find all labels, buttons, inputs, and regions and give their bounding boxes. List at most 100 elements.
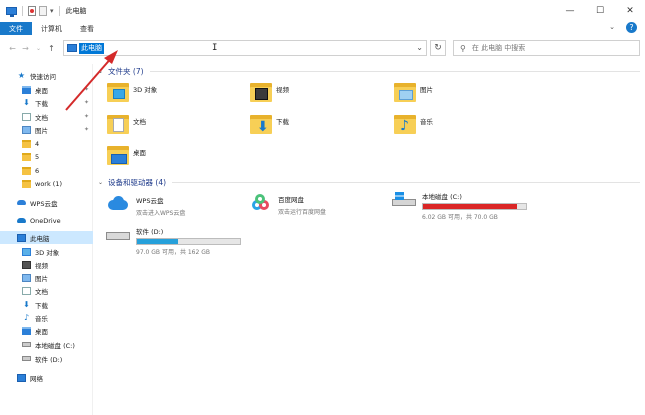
sidebar-item-documents[interactable]: 文档 ✦ <box>0 110 93 123</box>
sidebar-item-network[interactable]: 网络 <box>0 371 93 384</box>
device-baidu-netdisk[interactable]: 百度网盘 双击运行百度网盘 <box>250 194 326 216</box>
customize-toolbar-icon[interactable]: ▾ <box>50 7 54 15</box>
sidebar-item-pictures[interactable]: 图片 ✦ <box>0 123 93 136</box>
pin-icon: ✦ <box>83 86 89 93</box>
sidebar-item-folder-4[interactable]: 4 <box>0 137 93 150</box>
refresh-icon: ↻ <box>434 43 442 53</box>
address-dropdown-chevron-icon[interactable]: ⌄ <box>416 43 423 52</box>
device-name: 本地磁盘 (C:) <box>422 193 462 201</box>
pc-icon <box>17 233 26 242</box>
folder-label: 音乐 <box>420 118 433 126</box>
sidebar-item-label: 本地磁盘 (C:) <box>35 341 75 350</box>
folder-documents[interactable]: 文档 <box>107 114 146 134</box>
sidebar-item-folder-6[interactable]: 6 <box>0 164 93 177</box>
sidebar-item-downloads-pc[interactable]: ⬇ 下载 <box>0 298 93 311</box>
maximize-button[interactable]: ☐ <box>585 0 615 22</box>
sidebar-item-label: work (1) <box>35 179 63 188</box>
picture-folder-icon <box>394 82 416 102</box>
collapse-chevron-icon[interactable]: ⌄ <box>98 68 103 75</box>
folder-downloads[interactable]: ⬇ 下载 <box>250 114 289 134</box>
folder-3d-objects[interactable]: 3D 对象 <box>107 82 157 102</box>
refresh-button[interactable]: ↻ <box>430 40 446 56</box>
tab-view[interactable]: 查看 <box>71 22 103 35</box>
back-arrow-icon[interactable]: ← <box>6 40 19 56</box>
folder-videos[interactable]: 视频 <box>250 82 289 102</box>
collapse-chevron-icon[interactable]: ⌄ <box>98 179 103 186</box>
sidebar-item-documents-pc[interactable]: 文档 <box>0 284 93 297</box>
tab-file[interactable]: 文件 <box>0 22 32 35</box>
properties-icon[interactable] <box>28 6 36 16</box>
folder-music[interactable]: ♪ 音乐 <box>394 114 433 134</box>
sidebar-item-label: 软件 (D:) <box>35 355 63 364</box>
tab-computer[interactable]: 计算机 <box>32 22 71 35</box>
close-button[interactable]: ✕ <box>615 0 645 22</box>
sidebar-item-desktop-pc[interactable]: 桌面 <box>0 324 93 337</box>
drive-icon <box>106 226 130 242</box>
sidebar-item-desktop[interactable]: 桌面 ✦ <box>0 83 93 96</box>
sidebar-item-label: 5 <box>35 152 40 161</box>
folders-header-label: 文件夹 (7) <box>108 67 144 76</box>
expand-ribbon-chevron-icon[interactable]: ⌄ <box>609 23 615 31</box>
folders-section-header[interactable]: ⌄ 文件夹 (7) <box>98 66 144 77</box>
search-input[interactable]: ⚲ 在 此电脑 中搜索 <box>453 40 640 56</box>
device-name: 百度网盘 <box>278 196 304 204</box>
devices-section-header[interactable]: ⌄ 设备和驱动器 (4) <box>98 177 166 188</box>
drive-usage-fill <box>137 239 179 244</box>
drive-free-space: 97.0 GB 可用，共 162 GB <box>136 249 210 256</box>
sidebar-item-label: 桌面 <box>35 327 48 336</box>
device-description: 双击进入WPS云盘 <box>136 210 186 217</box>
onedrive-icon <box>17 218 26 223</box>
address-path-selected[interactable]: 此电脑 <box>79 43 104 54</box>
forward-arrow-icon[interactable]: → <box>19 40 32 56</box>
folder-desktop[interactable]: 桌面 <box>107 145 146 165</box>
device-drive-c[interactable]: 本地磁盘 (C:) 6.02 GB 可用，共 70.0 GB <box>392 191 527 221</box>
sidebar-item-pictures-pc[interactable]: 图片 <box>0 271 93 284</box>
sidebar-item-label: 网络 <box>30 374 43 383</box>
document-icon <box>22 112 31 121</box>
ribbon-tabs: 文件 计算机 查看 ⌄ ? <box>0 22 645 35</box>
sidebar-item-wps-cloud[interactable]: WPS云盘 <box>0 196 93 209</box>
new-folder-icon[interactable] <box>39 6 47 16</box>
recent-locations-chevron-icon[interactable]: ⌄ <box>32 40 45 56</box>
sidebar-item-drive-d[interactable]: 软件 (D:) <box>0 352 93 365</box>
sidebar-item-onedrive[interactable]: OneDrive <box>0 214 93 227</box>
sidebar-item-label: 桌面 <box>35 86 48 95</box>
navigation-pane: ★ 快速访问 桌面 ✦ ⬇ 下载 ✦ 文档 ✦ 图片 ✦ 4 5 6 work (1) WP… <box>0 64 93 415</box>
music-icon: ♪ <box>23 312 30 322</box>
wps-cloud-icon <box>17 200 26 205</box>
sidebar-item-3d-objects[interactable]: 3D 对象 <box>0 245 93 258</box>
window-controls: — ☐ ✕ <box>555 0 645 22</box>
sidebar-item-label: 图片 <box>35 126 48 135</box>
sidebar-item-drive-c[interactable]: 本地磁盘 (C:) <box>0 338 93 351</box>
drive-icon <box>22 342 31 347</box>
folder-label: 文档 <box>133 118 146 126</box>
sidebar-item-work[interactable]: work (1) <box>0 177 93 190</box>
device-name: WPS云盘 <box>136 197 164 205</box>
document-folder-icon <box>107 114 129 134</box>
star-icon: ★ <box>17 70 26 80</box>
desktop-icon <box>22 85 31 94</box>
folder-icon <box>22 152 31 161</box>
sidebar-item-music[interactable]: ♪ 音乐 <box>0 311 93 324</box>
device-wps-cloud[interactable]: WPS云盘 双击进入WPS云盘 <box>106 195 185 217</box>
help-icon[interactable]: ? <box>626 22 637 33</box>
folder-pictures[interactable]: 图片 <box>394 82 433 102</box>
folder-label: 下载 <box>276 118 289 126</box>
up-arrow-icon[interactable]: ↑ <box>45 40 58 56</box>
folder-icon <box>22 139 31 148</box>
sidebar-item-downloads[interactable]: ⬇ 下载 ✦ <box>0 96 93 109</box>
drive-icon <box>22 356 31 361</box>
minimize-button[interactable]: — <box>555 0 585 22</box>
sidebar-item-quick-access[interactable]: ★ 快速访问 <box>0 69 93 82</box>
sidebar-item-label: 文档 <box>35 287 48 296</box>
video-folder-icon <box>250 82 272 102</box>
devices-header-label: 设备和驱动器 (4) <box>108 178 167 187</box>
sidebar-item-label: 此电脑 <box>30 234 50 243</box>
document-icon <box>22 286 31 295</box>
device-drive-d[interactable]: 软件 (D:) 97.0 GB 可用，共 162 GB <box>106 226 241 256</box>
download-icon: ⬇ <box>23 97 30 107</box>
sidebar-item-videos[interactable]: 视频 <box>0 258 93 271</box>
address-bar[interactable]: 此电脑 I ⌄ <box>63 40 427 56</box>
sidebar-item-this-pc[interactable]: 此电脑 <box>0 231 93 244</box>
sidebar-item-folder-5[interactable]: 5 <box>0 150 93 163</box>
